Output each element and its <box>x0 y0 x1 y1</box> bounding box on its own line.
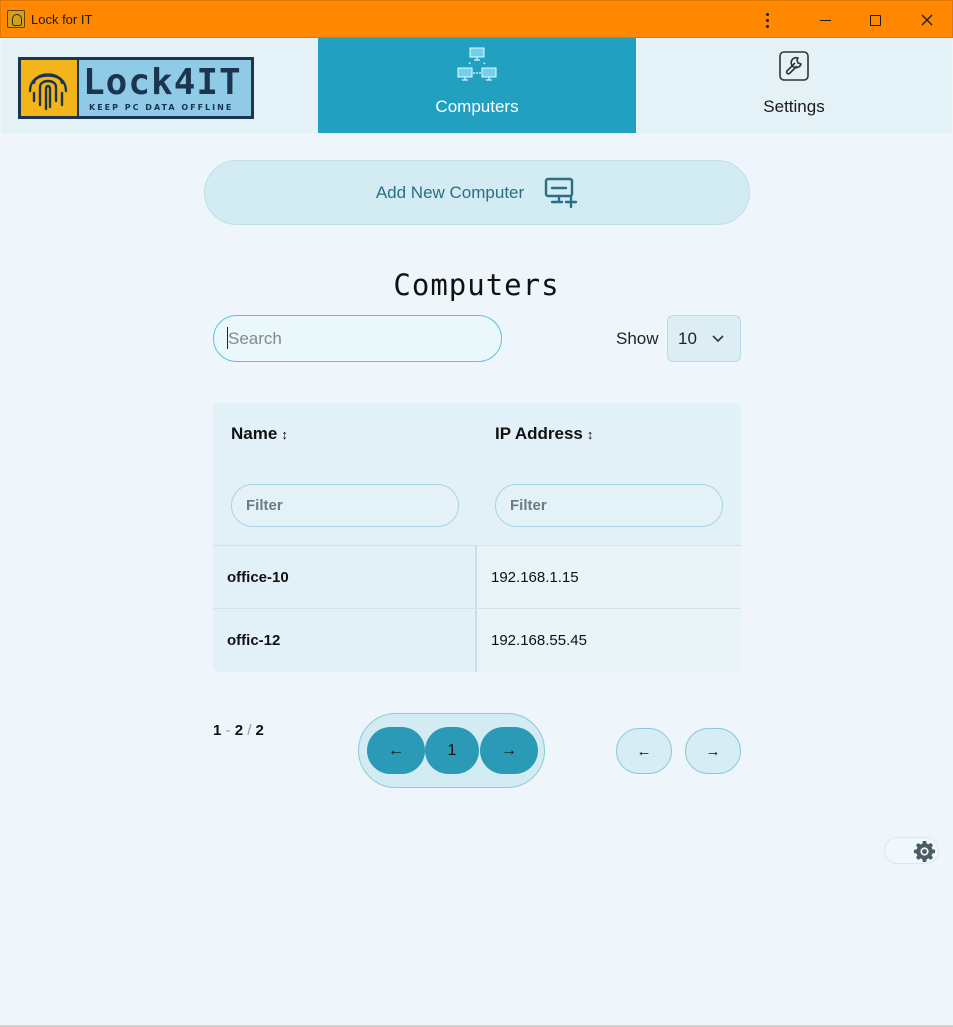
logo-title: Lock4IT <box>83 62 242 103</box>
column-header-name[interactable]: Name ↕ <box>231 424 288 444</box>
pagination-range: 1 - 2 / 2 <box>213 722 264 739</box>
tab-computers[interactable]: Computers <box>318 38 636 133</box>
more-options-button[interactable] <box>741 1 793 39</box>
logo: Lock4IT KEEP PC DATA OFFLINE <box>18 57 254 119</box>
name-filter-input[interactable] <box>231 484 459 527</box>
minimize-icon <box>819 19 831 21</box>
theme-toggle[interactable] <box>884 837 939 864</box>
ip-filter-input[interactable] <box>495 484 723 527</box>
search-input[interactable] <box>213 315 502 362</box>
sort-icon: ↕ <box>281 426 288 442</box>
pager-next-button[interactable]: → <box>480 727 538 774</box>
maximize-icon <box>869 14 881 26</box>
column-header-ip-label: IP Address <box>495 424 583 443</box>
wrench-icon <box>778 46 810 86</box>
page-number: 1 <box>447 741 457 759</box>
kebab-icon <box>765 12 769 28</box>
arrow-left-icon: ← <box>636 742 652 760</box>
window-title: Lock for IT <box>31 12 93 27</box>
cell-ip: 192.168.1.15 <box>477 546 741 609</box>
computers-table: Name ↕ IP Address ↕ office-10 192.168.1.… <box>213 403 741 672</box>
close-button[interactable] <box>901 1 953 39</box>
table-row[interactable]: office-10 192.168.1.15 <box>213 545 741 609</box>
maximize-button[interactable] <box>849 1 901 39</box>
add-computer-label: Add New Computer <box>375 182 525 202</box>
chevron-down-icon <box>712 335 724 343</box>
column-header-name-label: Name <box>231 424 278 443</box>
fingerprint-icon <box>21 60 79 116</box>
tab-computers-label: Computers <box>435 97 519 116</box>
title-bar: Lock for IT <box>0 0 953 38</box>
logo-tagline: KEEP PC DATA OFFLINE <box>89 103 234 112</box>
close-icon <box>921 14 933 26</box>
text-cursor <box>227 327 228 349</box>
minimize-button[interactable] <box>799 1 851 39</box>
gear-icon <box>913 840 936 862</box>
logo-wordmark: Lock4IT KEEP PC DATA OFFLINE <box>79 60 251 116</box>
app-icon <box>7 10 25 28</box>
header-nav: Lock4IT KEEP PC DATA OFFLINE Computers S… <box>1 38 952 133</box>
previous-page-button[interactable]: ← <box>616 728 672 774</box>
arrow-left-icon: ← <box>388 741 404 759</box>
range-end: 2 <box>234 722 244 739</box>
cell-name: office-10 <box>213 546 477 609</box>
page-number-button[interactable]: 1 <box>425 727 479 774</box>
page-size-value: 10 <box>678 328 697 348</box>
cell-ip: 192.168.55.45 <box>477 609 741 672</box>
cell-name: offic-12 <box>213 609 477 672</box>
range-total: 2 <box>255 722 264 739</box>
column-header-ip[interactable]: IP Address ↕ <box>495 424 593 444</box>
pager: ← 1 → <box>358 713 545 788</box>
sort-icon: ↕ <box>586 426 594 442</box>
page-size-select[interactable]: 10 <box>667 315 741 362</box>
network-icon <box>457 46 497 86</box>
arrow-right-icon: → <box>501 741 517 759</box>
range-dash: - <box>225 722 231 739</box>
range-slash: / <box>247 722 252 739</box>
add-computer-button[interactable]: Add New Computer <box>204 160 750 225</box>
monitor-add-icon <box>544 177 578 208</box>
show-label: Show <box>616 329 659 348</box>
pager-prev-button[interactable]: ← <box>367 727 425 774</box>
next-page-button[interactable]: → <box>685 728 741 774</box>
page-title: Computers <box>393 268 560 302</box>
range-start: 1 <box>213 722 222 739</box>
tab-settings-label: Settings <box>763 97 825 116</box>
arrow-right-icon: → <box>705 742 721 760</box>
tab-settings[interactable]: Settings <box>636 38 952 133</box>
table-row[interactable]: offic-12 192.168.55.45 <box>213 608 741 672</box>
